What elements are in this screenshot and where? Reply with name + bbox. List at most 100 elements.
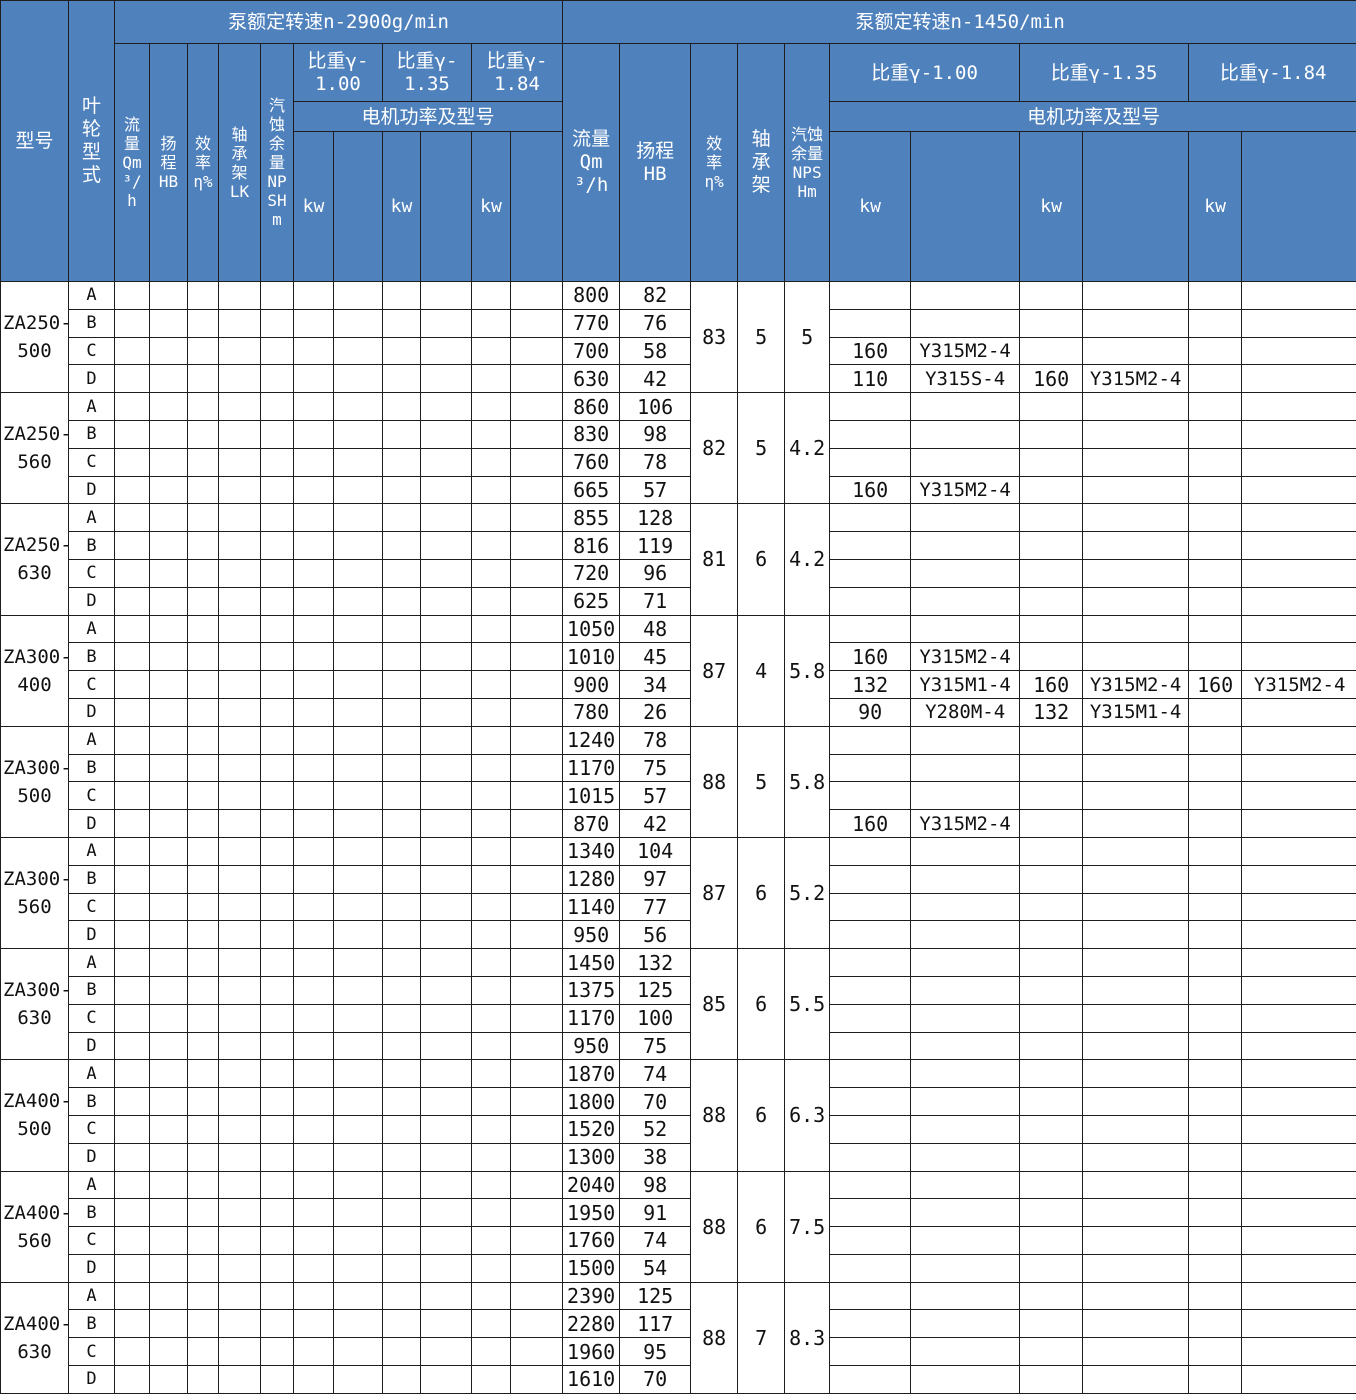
motor-2900-cell — [420, 809, 472, 838]
motor-type-cell — [1241, 1281, 1356, 1311]
motor-2900-cell — [333, 809, 383, 838]
kw-cell — [1188, 1281, 1243, 1311]
motor-2900-cell — [471, 1003, 511, 1033]
motor-2900-cell — [293, 419, 334, 449]
motor-2900-cell — [382, 336, 421, 366]
motor-2900-cell — [420, 920, 472, 950]
motor-2900-cell — [293, 1003, 334, 1033]
kw-cell — [1188, 308, 1243, 338]
motor-type-cell — [910, 1198, 1021, 1228]
impeller-cell: B — [68, 864, 115, 894]
motor-type-cell — [910, 503, 1021, 533]
motor-2900-cell — [471, 1059, 511, 1089]
kw-cell — [1188, 1059, 1243, 1089]
motor-type-cell: Y315M2-4 — [910, 642, 1021, 672]
flow-cell: 770 — [562, 308, 621, 338]
kw-cell: 160 — [829, 475, 912, 505]
blank-cell — [114, 614, 150, 644]
blank-cell — [149, 1114, 188, 1144]
bearing-cell: 6 — [737, 948, 786, 1061]
motor-2900-cell — [509, 642, 564, 672]
motor-type-cell — [910, 281, 1021, 310]
motor-2900-cell — [293, 1170, 334, 1200]
kw-cell — [829, 281, 912, 310]
head-cell: 78 — [619, 447, 692, 477]
motor-2900-cell — [471, 336, 511, 366]
motor-2900-cell — [333, 892, 383, 922]
blank-cell — [114, 447, 150, 477]
motor-type-cell — [910, 1170, 1021, 1200]
blank-cell — [114, 336, 150, 366]
motor-2900-cell — [420, 753, 472, 783]
blank-cell — [187, 1337, 219, 1367]
motor-type-header — [509, 131, 564, 282]
blank-cell — [149, 447, 188, 477]
impeller-cell: C — [68, 336, 115, 366]
kw-cell — [1019, 753, 1084, 783]
motor-type-cell — [1241, 1031, 1356, 1061]
kw-cell — [1019, 336, 1084, 366]
table-row: D 1500 54 — [1, 1253, 1356, 1283]
blank-cell — [114, 920, 150, 950]
blank-cell — [260, 614, 294, 644]
motor-type-cell — [1082, 1337, 1190, 1367]
kw-cell — [1188, 725, 1243, 755]
head-cell: 74 — [619, 1059, 692, 1089]
kw-cell: 132 — [1019, 697, 1084, 727]
kw-cell — [1019, 281, 1084, 310]
motor-type-cell — [1082, 308, 1190, 338]
kw-cell — [1019, 642, 1084, 672]
impeller-cell: A — [68, 1059, 115, 1089]
head-cell: 95 — [619, 1337, 692, 1367]
table-row: B 1375 125 — [1, 975, 1356, 1005]
head-cell: 119 — [619, 531, 692, 560]
kw-cell — [1019, 725, 1084, 755]
blank-cell — [260, 1031, 294, 1061]
head-cell: 132 — [619, 948, 692, 977]
table-row: C 1520 52 — [1, 1114, 1356, 1144]
impeller-cell: C — [68, 670, 115, 699]
head-cell: 96 — [619, 558, 692, 588]
table-row: B 816 119 — [1, 531, 1356, 560]
blank-cell — [114, 1365, 150, 1394]
motor-type-cell — [1082, 281, 1190, 310]
motor-type-cell — [1241, 1003, 1356, 1033]
motor-type-cell — [1241, 336, 1356, 366]
blank-cell — [114, 1309, 150, 1339]
head-cell: 58 — [619, 336, 692, 366]
blank-cell — [260, 1059, 294, 1089]
kw-cell — [1019, 892, 1084, 922]
motor-type-cell: Y315M2-4 — [1241, 670, 1356, 699]
blank-cell — [187, 864, 219, 894]
kw-cell — [829, 586, 912, 616]
motor-2900-cell — [509, 975, 564, 1005]
motor-type-cell — [1241, 614, 1356, 644]
motor-2900-cell — [382, 531, 421, 560]
motor-2900-cell — [420, 781, 472, 811]
blank-cell — [149, 864, 188, 894]
blank-cell — [218, 1337, 261, 1367]
motor-type-cell — [1241, 503, 1356, 533]
npsh-cell: 5.2 — [784, 836, 831, 950]
blank-cell — [114, 1142, 150, 1172]
kw-cell — [1019, 308, 1084, 338]
blank-cell — [218, 531, 261, 560]
head-cell: 104 — [619, 836, 692, 866]
table-row: D 1300 38 — [1, 1142, 1356, 1172]
blank-cell — [218, 1170, 261, 1200]
motor-2900-cell — [382, 975, 421, 1005]
npsh-2900-header: 汽蚀余量NPSHm — [260, 43, 294, 282]
blank-cell — [114, 948, 150, 977]
kw-cell — [1019, 503, 1084, 533]
motor-2900-cell — [471, 1226, 511, 1255]
blank-cell — [187, 614, 219, 644]
motor-2900-cell — [382, 642, 421, 672]
motor-type-cell — [1082, 1365, 1190, 1394]
flow-cell: 1760 — [562, 1226, 621, 1255]
blank-cell — [218, 1198, 261, 1228]
speed-1450-header: 泵额定转速n-1450/min — [562, 0, 1356, 44]
kw-cell — [829, 308, 912, 338]
kw-cell: 160 — [1019, 670, 1084, 699]
kw-cell — [1188, 864, 1243, 894]
motor-2900-cell — [471, 1281, 511, 1311]
